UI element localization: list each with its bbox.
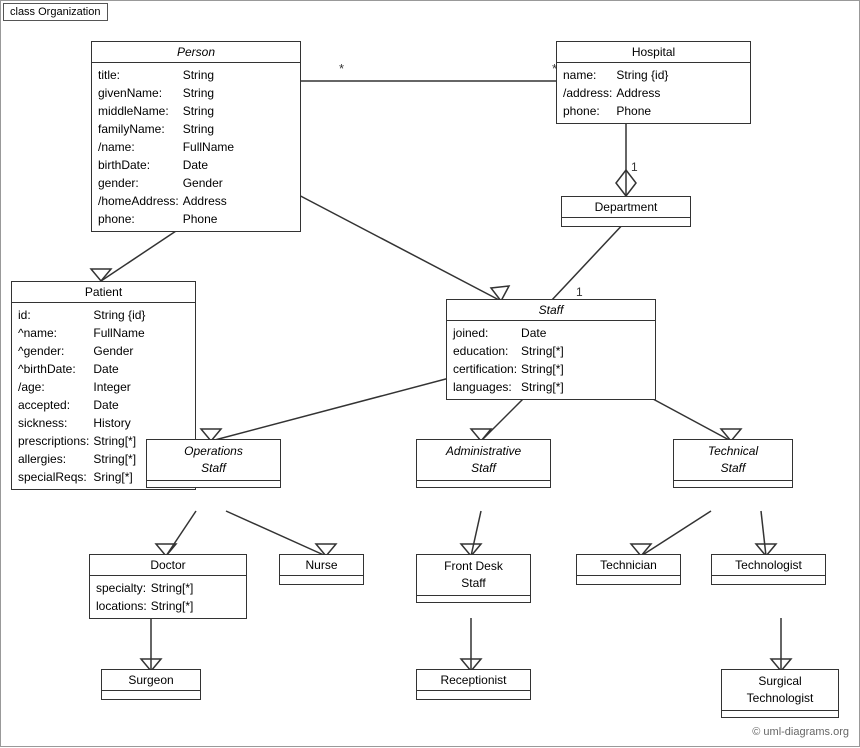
technologist-body — [712, 576, 825, 584]
technical-staff-title: TechnicalStaff — [674, 440, 792, 481]
technologist-title: Technologist — [712, 555, 825, 576]
svg-text:1: 1 — [631, 160, 638, 174]
diagram-title: class Organization — [3, 3, 108, 21]
hospital-title: Hospital — [557, 42, 750, 63]
diagram-container: class Organization — [0, 0, 860, 747]
doctor-title: Doctor — [90, 555, 246, 576]
hospital-class: Hospital name:String {id} /address:Addre… — [556, 41, 751, 124]
surgical-technologist-body — [722, 711, 838, 717]
doctor-body: specialty:String[*] locations:String[*] — [90, 576, 246, 618]
technician-class: Technician — [576, 554, 681, 585]
staff-class: Staff joined:Date education:String[*] ce… — [446, 299, 656, 400]
person-class: Person title:String givenName:String mid… — [91, 41, 301, 232]
staff-body: joined:Date education:String[*] certific… — [447, 321, 655, 399]
nurse-body — [280, 576, 363, 584]
technician-body — [577, 576, 680, 584]
front-desk-staff-title: Front DeskStaff — [417, 555, 530, 596]
front-desk-staff-body — [417, 596, 530, 602]
doctor-class: Doctor specialty:String[*] locations:Str… — [89, 554, 247, 619]
department-class: Department — [561, 196, 691, 227]
surgeon-class: Surgeon — [101, 669, 201, 700]
patient-title: Patient — [12, 282, 195, 303]
front-desk-staff-class: Front DeskStaff — [416, 554, 531, 603]
receptionist-body — [417, 691, 530, 699]
administrative-staff-title: AdministrativeStaff — [417, 440, 550, 481]
surgeon-body — [102, 691, 200, 699]
nurse-class: Nurse — [279, 554, 364, 585]
administrative-staff-body — [417, 481, 550, 487]
technical-staff-class: TechnicalStaff — [673, 439, 793, 488]
department-title: Department — [562, 197, 690, 218]
svg-text:*: * — [339, 61, 344, 76]
administrative-staff-class: AdministrativeStaff — [416, 439, 551, 488]
surgeon-title: Surgeon — [102, 670, 200, 691]
receptionist-class: Receptionist — [416, 669, 531, 700]
operations-staff-class: OperationsStaff — [146, 439, 281, 488]
staff-title: Staff — [447, 300, 655, 321]
surgical-technologist-class: SurgicalTechnologist — [721, 669, 839, 718]
technologist-class: Technologist — [711, 554, 826, 585]
receptionist-title: Receptionist — [417, 670, 530, 691]
technical-staff-body — [674, 481, 792, 487]
department-body — [562, 218, 690, 226]
nurse-title: Nurse — [280, 555, 363, 576]
watermark: © uml-diagrams.org — [752, 726, 849, 738]
surgical-technologist-title: SurgicalTechnologist — [722, 670, 838, 711]
person-title: Person — [92, 42, 300, 63]
person-body: title:String givenName:String middleName… — [92, 63, 300, 231]
hospital-body: name:String {id} /address:Address phone:… — [557, 63, 750, 123]
operations-staff-body — [147, 481, 280, 487]
technician-title: Technician — [577, 555, 680, 576]
svg-text:1: 1 — [576, 285, 583, 299]
operations-staff-title: OperationsStaff — [147, 440, 280, 481]
